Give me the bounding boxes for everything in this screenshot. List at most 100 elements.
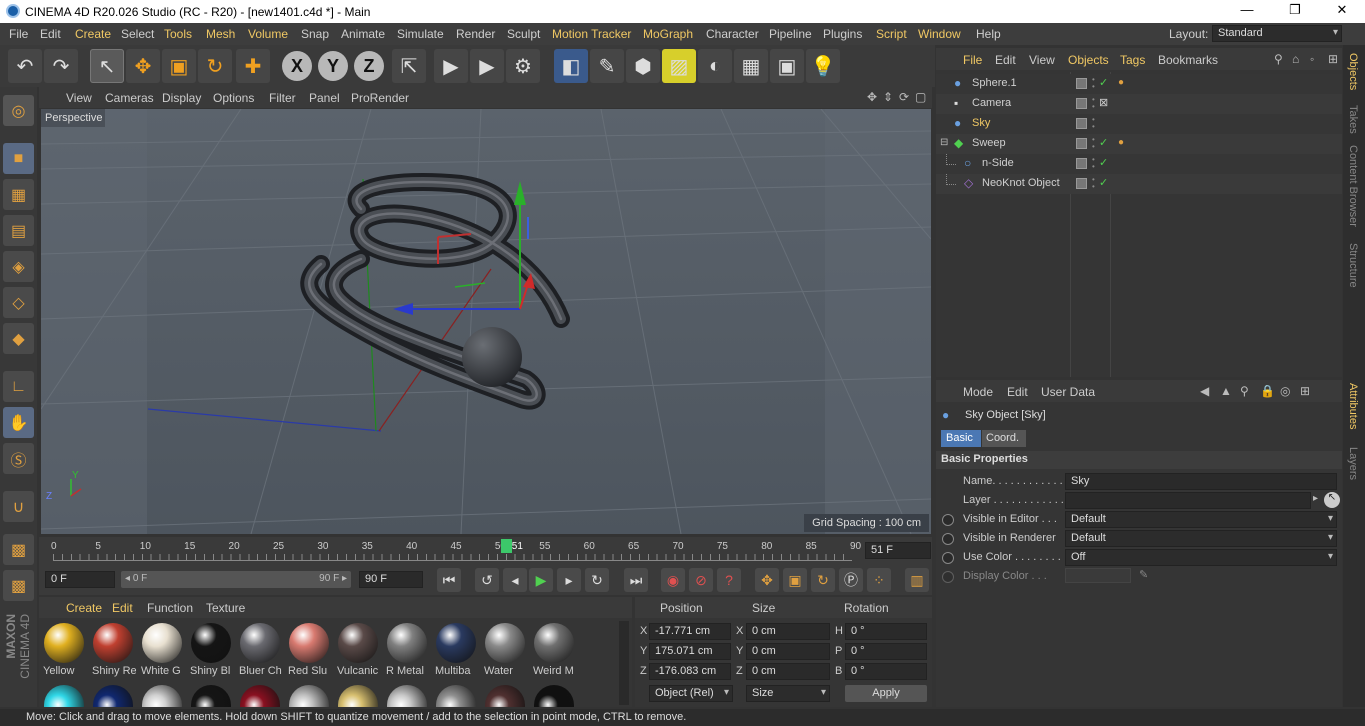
object-row[interactable]: ▪ Camera • • ⊠	[936, 94, 1342, 114]
field-dropdown-visible-in-renderer[interactable]: Default	[1065, 530, 1337, 547]
layer-swatch[interactable]	[1076, 158, 1087, 169]
viewport[interactable]: Perspective Y Z Grid Spacing : 100 cm	[41, 109, 931, 534]
color-picker-icon[interactable]: ✎	[1139, 568, 1148, 581]
object-name[interactable]: Sweep	[972, 137, 1006, 149]
previous-key-icon[interactable]: ↺	[475, 568, 499, 592]
animate-radio-icon[interactable]	[942, 571, 954, 583]
viewport-menu-display[interactable]: Display	[162, 91, 201, 105]
objects-menu-objects[interactable]: Objects	[1068, 53, 1109, 67]
rotate-view-icon[interactable]: ⟳	[899, 90, 909, 104]
menu-volume[interactable]: Volume	[248, 27, 288, 41]
current-frame-field[interactable]: 0 F	[45, 571, 115, 588]
enabled-check-icon[interactable]: ✓	[1099, 156, 1108, 169]
attributes-menu-mode[interactable]: Mode	[963, 385, 993, 399]
move-view-icon[interactable]: ✥	[867, 90, 877, 104]
right-tab-structure[interactable]: Structure	[1347, 243, 1359, 288]
viewport-menu-panel[interactable]: Panel	[309, 91, 340, 105]
material-menu-function[interactable]: Function	[147, 601, 193, 615]
key-scale-icon[interactable]: ▣	[783, 568, 807, 592]
record-keys-icon[interactable]: ◉	[661, 568, 685, 592]
rotation-h-field[interactable]: 0 °	[845, 623, 927, 640]
apply-button[interactable]: Apply	[845, 685, 927, 702]
material-menu-create[interactable]: Create	[66, 601, 102, 615]
material-swatch[interactable]: Shiny Bl	[188, 621, 234, 677]
visibility-dots[interactable]: • •	[1092, 156, 1095, 171]
menu-plugins[interactable]: Plugins	[823, 27, 862, 41]
timeline-ruler[interactable]: 0510152025303540455055606570758085905151…	[39, 537, 932, 565]
object-row[interactable]: ◇ NeoKnot Object • • ✓	[936, 174, 1342, 194]
floor-icon[interactable]: ▦	[734, 49, 768, 83]
scale-icon[interactable]: ▣	[162, 49, 196, 83]
make-editable-icon[interactable]: ■	[3, 143, 34, 174]
material-tag-icon[interactable]: ●	[1118, 77, 1124, 88]
coordinate-mode-dropdown[interactable]: Object (Rel)	[649, 685, 733, 702]
visibility-dots[interactable]: • •	[1092, 176, 1095, 191]
menu-edit[interactable]: Edit	[40, 27, 61, 41]
field-dropdown-visible-in-editor[interactable]: Default	[1065, 511, 1337, 528]
right-tab-content-browser[interactable]: Content Browser	[1347, 145, 1359, 227]
menu-create[interactable]: Create	[75, 27, 111, 41]
select-arrow-icon[interactable]: ↖	[90, 49, 124, 83]
position-z-field[interactable]: -176.083 cm	[649, 663, 731, 680]
workplane-icon[interactable]: ◎	[3, 95, 34, 126]
material-swatch-partial[interactable]	[387, 685, 427, 707]
material-swatch-partial[interactable]	[338, 685, 378, 707]
next-frame-icon[interactable]: ▸	[557, 568, 581, 592]
material-swatch[interactable]: Water	[482, 621, 528, 677]
model-mode-icon[interactable]: ▦	[3, 179, 34, 210]
material-scrollbar[interactable]	[619, 621, 629, 705]
pen-spline-icon[interactable]: ✎	[590, 49, 624, 83]
previous-frame-icon[interactable]: ◂	[503, 568, 527, 592]
menu-select[interactable]: Select	[121, 27, 154, 41]
layer-field[interactable]	[1065, 492, 1311, 509]
layer-swatch[interactable]	[1076, 138, 1087, 149]
material-swatch-partial[interactable]	[44, 685, 84, 707]
menu-motion-tracker[interactable]: Motion Tracker	[552, 27, 631, 41]
toggle-views-icon[interactable]: ▢	[915, 90, 926, 104]
enabled-check-icon[interactable]: ✓	[1099, 76, 1108, 89]
points-mode-icon[interactable]: ◈	[3, 251, 34, 282]
new-window-icon[interactable]: ⊞	[1300, 384, 1310, 398]
menu-simulate[interactable]: Simulate	[397, 27, 444, 41]
menu-tools[interactable]: Tools	[164, 27, 192, 41]
rotation-b-field[interactable]: 0 °	[845, 663, 927, 680]
layer-swatch[interactable]	[1076, 118, 1087, 129]
target-icon[interactable]: ◎	[1280, 384, 1290, 398]
objects-menu-file[interactable]: File	[963, 53, 982, 67]
material-swatch-partial[interactable]	[142, 685, 182, 707]
menu-render[interactable]: Render	[456, 27, 495, 41]
size-x-field[interactable]: 0 cm	[746, 623, 830, 640]
material-swatch[interactable]: Vulcanic	[335, 621, 381, 677]
menu-mesh[interactable]: Mesh	[206, 27, 235, 41]
undo-icon[interactable]: ↶	[8, 49, 42, 83]
key-position-icon[interactable]: ✥	[755, 568, 779, 592]
viewport-menu-options[interactable]: Options	[213, 91, 254, 105]
material-menu-edit[interactable]: Edit	[112, 601, 133, 615]
render-picture-viewer-icon[interactable]: ▶	[470, 49, 504, 83]
visibility-dots[interactable]: • •	[1092, 116, 1095, 131]
menu-character[interactable]: Character	[706, 27, 759, 41]
display-color-swatch[interactable]	[1065, 568, 1131, 583]
right-tab-layers[interactable]: Layers	[1347, 447, 1359, 480]
layer-swatch[interactable]	[1076, 98, 1087, 109]
back-arrow-icon[interactable]: ◀	[1200, 384, 1209, 398]
name-field[interactable]: Sky	[1065, 473, 1337, 490]
zoom-view-icon[interactable]: ⇕	[883, 90, 893, 104]
layer-picker-icon[interactable]: ↖	[1324, 492, 1340, 508]
deformer-icon[interactable]: ◐	[698, 49, 732, 83]
frame-range-slider[interactable]: ◂ 0 F 90 F ▸	[121, 571, 351, 588]
auto-keying-icon[interactable]: ⊘	[689, 568, 713, 592]
objects-menu-bookmarks[interactable]: Bookmarks	[1158, 53, 1218, 67]
go-to-start-icon[interactable]: ⏮	[437, 568, 461, 592]
cloner-icon[interactable]: ▨	[662, 49, 696, 83]
menu-window[interactable]: Window	[918, 27, 961, 41]
snap-magnet-icon[interactable]: ∪	[3, 491, 34, 522]
new-window-icon[interactable]: ⊞	[1328, 52, 1338, 66]
object-name[interactable]: Sky	[972, 117, 990, 129]
perspective-label[interactable]: Perspective	[41, 109, 105, 127]
menu-sculpt[interactable]: Sculpt	[507, 27, 540, 41]
enabled-check-icon[interactable]: ✓	[1099, 176, 1108, 189]
right-tab-takes[interactable]: Takes	[1347, 105, 1359, 134]
material-swatch[interactable]: Shiny Re	[90, 621, 136, 677]
x-axis-icon[interactable]: X	[282, 51, 312, 81]
